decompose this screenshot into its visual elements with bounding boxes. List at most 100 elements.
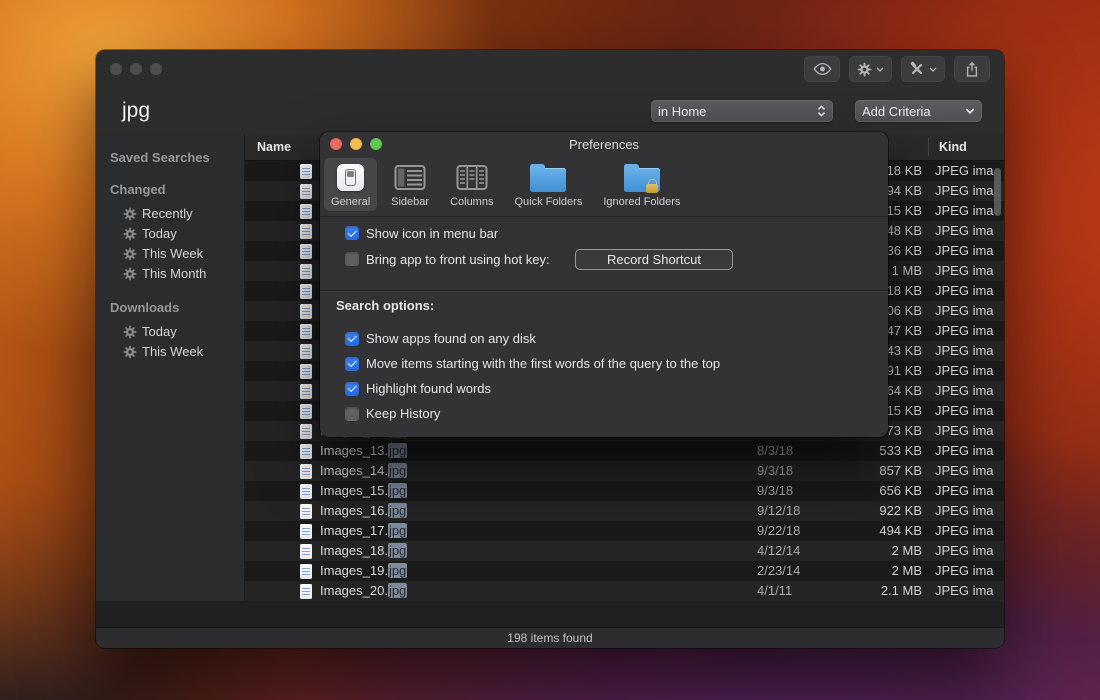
file-row[interactable]: Images_16.jpg 9/12/18 922 KB JPEG ima (245, 501, 1004, 521)
file-name: Images_14.jpg (320, 461, 407, 481)
gear-icon (123, 267, 137, 281)
tools-menu-button[interactable] (901, 56, 945, 82)
close-button-inactive[interactable] (110, 63, 122, 75)
sidebar-saved-search[interactable]: Today (96, 223, 244, 243)
document-icon (300, 284, 312, 299)
highlighted-extension: jpg (388, 563, 407, 578)
document-icon (300, 304, 312, 319)
file-size: 94 KB (887, 181, 922, 201)
sidebar-item-label: Recently (142, 206, 193, 221)
file-row[interactable]: Images_13.jpg 8/3/18 533 KB JPEG ima (245, 441, 1004, 461)
file-size: 656 KB (879, 481, 922, 501)
locked-folder-icon (624, 168, 660, 192)
checkbox[interactable] (345, 252, 359, 266)
preference-option[interactable]: Show icon in menu bar (345, 220, 870, 246)
tab-ignored-folders[interactable]: Ignored Folders (596, 158, 687, 211)
preference-option[interactable]: Show apps found on any disk (345, 326, 870, 351)
sidebar-item-label: Today (142, 324, 177, 339)
checkbox[interactable] (345, 357, 359, 371)
file-row[interactable]: Images_15.jpg 9/3/18 656 KB JPEG ima (245, 481, 1004, 501)
file-kind: JPEG ima (935, 161, 1003, 181)
smart-folder-gear-icon (123, 325, 136, 338)
chevron-down-icon (876, 67, 884, 72)
eye-icon (813, 62, 832, 76)
tab-label: Columns (450, 196, 493, 208)
file-kind: JPEG ima (935, 481, 1003, 501)
preference-option[interactable]: Highlight found words (345, 376, 870, 401)
highlighted-extension: jpg (388, 443, 407, 458)
preference-option[interactable]: Bring app to front using hot key: Record… (345, 246, 870, 272)
column-divider[interactable] (928, 138, 929, 156)
tab-general[interactable]: General (324, 158, 377, 211)
checkbox[interactable] (345, 407, 359, 421)
highlighted-extension: jpg (388, 523, 407, 538)
record-shortcut-button[interactable]: Record Shortcut (575, 249, 733, 270)
sidebar-section: Downloads Today This Week (96, 300, 244, 361)
document-icon (300, 464, 312, 479)
scope-popup[interactable]: in Home (651, 100, 833, 122)
file-date: 2/23/14 (757, 561, 800, 581)
file-kind: JPEG ima (935, 441, 1003, 461)
window-titlebar[interactable] (96, 50, 1004, 88)
sidebar-sections: Changed Recently Today (96, 182, 244, 361)
file-row[interactable]: Images_14.jpg 9/3/18 857 KB JPEG ima (245, 461, 1004, 481)
highlighted-extension: jpg (388, 543, 407, 558)
sidebar-section-label: Downloads (96, 300, 244, 315)
sidebar-saved-search[interactable]: This Month (96, 263, 244, 283)
preferences-dialog: Preferences General Sidebar (320, 132, 888, 437)
add-criteria-popup[interactable]: Add Criteria (855, 100, 982, 122)
file-row[interactable]: Images_19.jpg 2/23/14 2 MB JPEG ima (245, 561, 1004, 581)
file-kind: JPEG ima (935, 181, 1003, 201)
search-query[interactable]: jpg (122, 99, 150, 123)
highlighted-extension: jpg (388, 583, 407, 598)
file-date: 4/1/11 (757, 581, 792, 601)
document-icon (300, 184, 312, 199)
tab-quick-folders[interactable]: Quick Folders (507, 158, 589, 211)
gear-icon (123, 207, 137, 221)
tab-label: Sidebar (391, 196, 429, 208)
vertical-scrollbar-thumb[interactable] (994, 168, 1001, 216)
file-row[interactable]: Images_20.jpg 4/1/11 2.1 MB JPEG ima (245, 581, 1004, 601)
smart-folder-gear-icon (123, 207, 136, 220)
file-name: Images_19.jpg (320, 561, 407, 581)
document-icon (300, 164, 312, 179)
preference-option[interactable]: Keep History (345, 401, 870, 426)
preferences-titlebar[interactable]: Preferences (320, 132, 888, 156)
sidebar-saved-search[interactable]: Recently (96, 203, 244, 223)
column-header-name[interactable]: Name (257, 140, 291, 154)
file-date: 9/3/18 (757, 481, 793, 501)
preview-button[interactable] (804, 56, 840, 82)
gear-icon (123, 247, 137, 261)
checkbox[interactable] (345, 226, 359, 240)
file-row[interactable]: Images_18.jpg 4/12/14 2 MB JPEG ima (245, 541, 1004, 561)
column-header-kind[interactable]: Kind (939, 140, 967, 154)
file-kind: JPEG ima (935, 541, 1003, 561)
file-size: 1 MB (892, 261, 922, 281)
document-icon (300, 204, 312, 219)
sidebar-saved-search[interactable]: Today (96, 321, 244, 341)
updown-chevrons-icon (817, 105, 826, 117)
file-size: 857 KB (879, 461, 922, 481)
checkbox[interactable] (345, 332, 359, 346)
sidebar-saved-search[interactable]: This Week (96, 341, 244, 361)
actions-menu-button[interactable] (849, 56, 892, 82)
gear-icon (123, 325, 137, 339)
file-size: 2 MB (892, 541, 922, 561)
tab-label: Ignored Folders (603, 196, 680, 208)
bottom-panel (96, 601, 1004, 627)
zoom-button-inactive[interactable] (150, 63, 162, 75)
tab-columns[interactable]: Columns (443, 158, 500, 211)
preference-option[interactable]: Move items starting with the first words… (345, 351, 870, 376)
folder-icon (530, 168, 566, 192)
share-button[interactable] (954, 56, 990, 82)
tab-sidebar[interactable]: Sidebar (384, 158, 436, 211)
file-size: 2.1 MB (881, 581, 922, 601)
minimize-button-inactive[interactable] (130, 63, 142, 75)
document-icon (300, 544, 312, 559)
file-row[interactable]: Images_17.jpg 9/22/18 494 KB JPEG ima (245, 521, 1004, 541)
sidebar-saved-search[interactable]: This Week (96, 243, 244, 263)
checkbox[interactable] (345, 382, 359, 396)
file-date: 8/3/18 (757, 441, 793, 461)
document-icon (300, 564, 312, 579)
checkbox-label: Bring app to front using hot key: (366, 252, 550, 267)
